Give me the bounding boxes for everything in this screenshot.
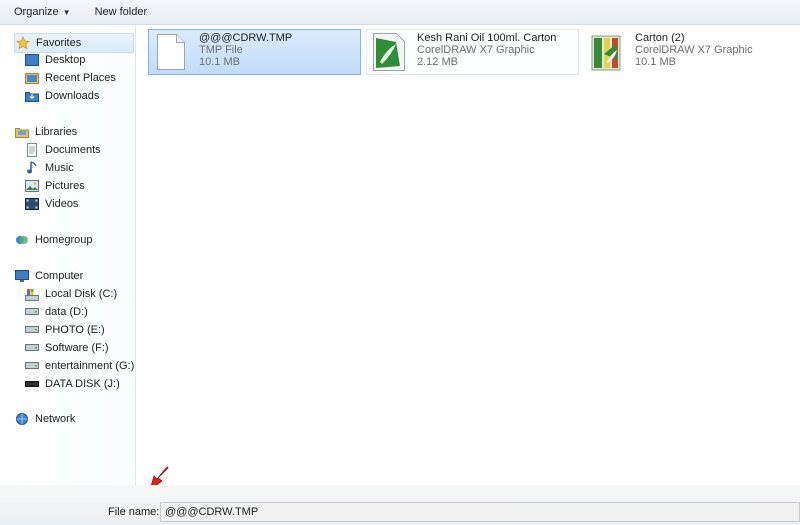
hard-drive-icon <box>24 322 40 338</box>
nav-documents[interactable]: Documents <box>24 141 101 159</box>
nav-libraries[interactable]: Libraries <box>14 123 77 141</box>
organize-label: Organize <box>14 6 59 18</box>
toolbar: Organize ▼ New folder <box>0 0 800 25</box>
file-size: 10.1 MB <box>635 56 676 68</box>
nav-videos-label: Videos <box>45 198 79 210</box>
nav-local-disk-c[interactable]: Local Disk (C:) <box>24 285 117 303</box>
recent-places-icon <box>24 70 40 86</box>
nav-network[interactable]: Network <box>14 410 75 428</box>
nav-downloads-label: Downloads <box>45 90 100 102</box>
nav-videos[interactable]: Videos <box>24 195 78 213</box>
nav-drive-e-label: PHOTO (E:) <box>45 324 105 336</box>
blank-file-icon <box>149 30 193 74</box>
nav-drive-j-label: DATA DISK (J:) <box>45 378 120 390</box>
hard-drive-icon <box>24 304 40 320</box>
file-name-input[interactable]: @@@CDRW.TMP <box>160 502 800 522</box>
computer-icon <box>14 268 30 284</box>
file-name-label: File name: <box>108 506 160 518</box>
nav-documents-label: Documents <box>45 144 101 156</box>
hard-drive-icon <box>24 358 40 374</box>
nav-recent-places-label: Recent Places <box>45 72 116 84</box>
file-tile[interactable]: Kesh Rani Oil 100ml. Carton CorelDRAW X7… <box>366 29 579 75</box>
nav-music[interactable]: Music <box>24 159 74 177</box>
nav-computer-label: Computer <box>35 270 84 282</box>
libraries-icon <box>14 124 30 140</box>
file-list: @@@CDRW.TMP TMP File 10.1 MB Kesh Rani O… <box>136 25 800 485</box>
file-type: CorelDRAW X7 Graphic <box>635 44 753 56</box>
organize-button[interactable]: Organize ▼ <box>6 1 79 23</box>
navigation-pane: Favorites Desktop Recent Places Download… <box>0 25 136 485</box>
pictures-icon <box>24 178 40 194</box>
nav-music-label: Music <box>45 162 74 174</box>
new-folder-label: New folder <box>94 6 148 18</box>
file-tile[interactable]: Carton (2) CorelDRAW X7 Graphic 10.1 MB <box>584 29 797 75</box>
coreldraw-icon <box>367 30 411 74</box>
nav-network-label: Network <box>35 413 76 425</box>
chevron-down-icon: ▼ <box>62 7 71 17</box>
nav-drive-g-label: entertainment (G:) <box>45 360 135 372</box>
nav-drive-f[interactable]: Software (F:) <box>24 339 109 357</box>
documents-icon <box>24 142 40 158</box>
file-tile[interactable]: @@@CDRW.TMP TMP File 10.1 MB <box>148 29 361 75</box>
homegroup-icon <box>14 232 30 248</box>
usb-drive-icon <box>24 376 40 392</box>
nav-homegroup-label: Homegroup <box>35 234 93 246</box>
videos-icon <box>24 196 40 212</box>
nav-libraries-label: Libraries <box>35 126 78 138</box>
nav-downloads[interactable]: Downloads <box>24 87 99 105</box>
nav-recent-places[interactable]: Recent Places <box>24 69 116 87</box>
nav-drive-d-label: data (D:) <box>45 306 88 318</box>
file-name: @@@CDRW.TMP <box>199 32 293 44</box>
nav-desktop[interactable]: Desktop <box>24 51 85 69</box>
downloads-folder-icon <box>24 88 40 104</box>
file-name: Kesh Rani Oil 100ml. Carton <box>417 32 557 44</box>
hard-drive-icon <box>24 340 40 356</box>
file-name: Carton (2) <box>635 32 685 44</box>
nav-pictures-label: Pictures <box>45 180 85 192</box>
nav-favorites-label: Favorites <box>36 37 82 49</box>
network-icon <box>14 411 30 427</box>
music-note-icon <box>24 160 40 176</box>
file-size: 2.12 MB <box>417 56 458 68</box>
new-folder-button[interactable]: New folder <box>87 1 156 23</box>
file-name-bar: File name: @@@CDRW.TMP <box>0 485 800 525</box>
file-size: 10.1 MB <box>199 56 240 68</box>
nav-computer[interactable]: Computer <box>14 267 83 285</box>
nav-local-disk-c-label: Local Disk (C:) <box>45 288 118 300</box>
star-icon <box>15 35 31 51</box>
nav-drive-d[interactable]: data (D:) <box>24 303 88 321</box>
nav-desktop-label: Desktop <box>45 54 86 66</box>
nav-drive-e[interactable]: PHOTO (E:) <box>24 321 105 339</box>
file-type: TMP File <box>199 44 243 56</box>
nav-drive-f-label: Software (F:) <box>45 342 109 354</box>
nav-favorites[interactable]: Favorites <box>14 33 134 53</box>
coreldraw-thumbnail-icon <box>585 30 629 74</box>
windows-drive-icon <box>24 286 40 302</box>
nav-drive-g[interactable]: entertainment (G:) <box>24 357 134 375</box>
file-type: CorelDRAW X7 Graphic <box>417 44 535 56</box>
nav-homegroup[interactable]: Homegroup <box>14 231 92 249</box>
nav-pictures[interactable]: Pictures <box>24 177 85 195</box>
desktop-icon <box>24 52 40 68</box>
nav-drive-j[interactable]: DATA DISK (J:) <box>24 375 120 393</box>
